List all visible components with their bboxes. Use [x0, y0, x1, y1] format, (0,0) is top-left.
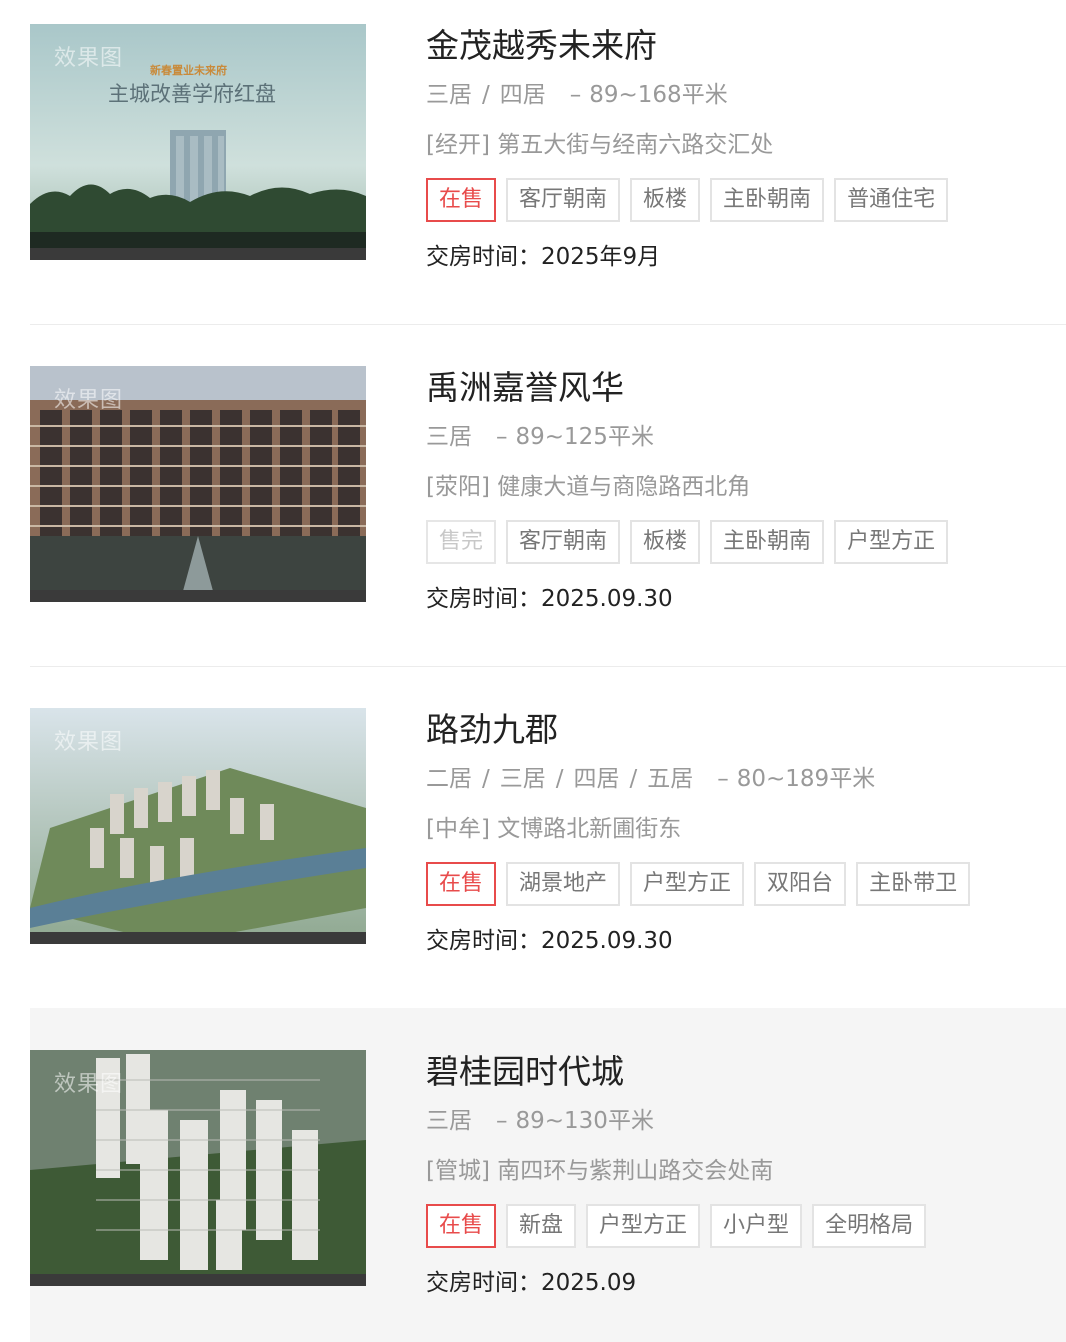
district: [管城]: [426, 1158, 490, 1184]
listing-spec: 二居 / 三居 / 四居 / 五居 –80~189平米: [426, 762, 1046, 796]
feature-tag: 普通住宅: [834, 178, 949, 222]
feature-tag: 全明格局: [812, 1204, 927, 1248]
feature-tag: 户型方正: [586, 1204, 701, 1248]
district: [荥阳]: [426, 474, 490, 500]
feature-tag: 户型方正: [630, 862, 745, 906]
handover-label: 交房时间：: [426, 244, 541, 270]
listing-item[interactable]: 效果图 新春置业未来府 主城改善学府红盘 金茂越秀未来府 三居 / 四居 –89~16…: [0, 0, 1066, 342]
listing-image[interactable]: 效果图: [30, 708, 366, 944]
listing-item[interactable]: 效果图 路劲九郡 二居 / 三居 / 四居 / 五居 –80~189平米 [中牟] 文博路北新…: [0, 684, 1066, 1026]
layout: 三居: [426, 82, 472, 108]
listing-spec: 三居 –89~130平米: [426, 1104, 1046, 1138]
handover-value: 2025年9月: [541, 244, 661, 270]
handover-date: 交房时间：2025.09: [426, 1266, 1046, 1300]
listing-title[interactable]: 禹洲嘉誉风华: [426, 366, 1046, 410]
listing-address: [中牟] 文博路北新圃街东: [426, 812, 1046, 846]
handover-label: 交房时间：: [426, 586, 541, 612]
tag-list: 在售 客厅朝南 板楼 主卧朝南 普通住宅: [426, 178, 1046, 222]
handover-date: 交房时间：2025.09.30: [426, 582, 1046, 616]
listing-image[interactable]: 效果图: [30, 366, 366, 602]
listing-address: [荥阳] 健康大道与商隐路西北角: [426, 470, 1046, 504]
layout: 二居: [426, 766, 472, 792]
listing-address: [经开] 第五大街与经南六路交汇处: [426, 128, 1046, 162]
dash: –: [717, 766, 729, 792]
area: 89~168平米: [589, 82, 728, 108]
listing-info: 金茂越秀未来府 三居 / 四居 –89~168平米 [经开] 第五大街与经南六路交汇处…: [426, 24, 1046, 274]
area: 80~189平米: [736, 766, 876, 792]
image-watermark: 效果图: [54, 730, 124, 755]
listing-item[interactable]: 效果图 禹洲嘉誉风华 三居 –89~125平米 [荥阳] 健康大道与商隐路西北角 …: [0, 342, 1066, 684]
divider: [30, 666, 1066, 667]
handover-label: 交房时间：: [426, 928, 541, 954]
tag-list: 在售 新盘 户型方正 小户型 全明格局: [426, 1204, 1046, 1248]
separator: /: [482, 766, 490, 792]
layout: 三居: [499, 766, 546, 792]
address: 健康大道与商隐路西北角: [497, 474, 751, 500]
feature-tag: 小户型: [710, 1204, 803, 1248]
separator: /: [555, 766, 564, 792]
handover-date: 交房时间：2025.09.30: [426, 924, 1046, 958]
area: 89~130平米: [515, 1108, 654, 1134]
listing-image[interactable]: 效果图: [30, 1050, 366, 1286]
handover-date: 交房时间：2025年9月: [426, 240, 1046, 274]
area: 89~125平米: [515, 424, 654, 450]
listing-image[interactable]: 效果图 新春置业未来府 主城改善学府红盘: [30, 24, 366, 260]
status-badge: 在售: [426, 1204, 497, 1248]
feature-tag: 主卧朝南: [710, 520, 825, 564]
listing-item-selected[interactable]: 效果图 碧桂园时代城 三居 –89~130平米 [管城] 南四环与紫荆山路交会处南…: [30, 1008, 1066, 1342]
listing-title[interactable]: 金茂越秀未来府: [426, 24, 1046, 68]
image-watermark: 效果图: [54, 388, 124, 413]
listing-info: 碧桂园时代城 三居 –89~130平米 [管城] 南四环与紫荆山路交会处南 在售 …: [426, 1050, 1046, 1300]
listing-info: 路劲九郡 二居 / 三居 / 四居 / 五居 –80~189平米 [中牟] 文博路北新圃街东 …: [426, 708, 1046, 958]
feature-tag: 客厅朝南: [506, 520, 621, 564]
listing-title[interactable]: 碧桂园时代城: [426, 1050, 1046, 1094]
listing-address: [管城] 南四环与紫荆山路交会处南: [426, 1154, 1046, 1188]
listing-info: 禹洲嘉誉风华 三居 –89~125平米 [荥阳] 健康大道与商隐路西北角 售完 客…: [426, 366, 1046, 616]
layout: 三居: [426, 1108, 472, 1134]
feature-tag: 双阳台: [754, 862, 847, 906]
address: 文博路北新圃街东: [497, 816, 682, 842]
layout: 三居: [426, 424, 472, 450]
layout: 四居: [573, 766, 620, 792]
handover-value: 2025.09.30: [541, 586, 673, 612]
handover-label: 交房时间：: [426, 1270, 541, 1296]
address: 第五大街与经南六路交汇处: [497, 132, 774, 158]
listing-list: 效果图 新春置业未来府 主城改善学府红盘 金茂越秀未来府 三居 / 四居 –89~16…: [0, 0, 1066, 1342]
listing-spec: 三居 / 四居 –89~168平米: [426, 78, 1046, 112]
address: 南四环与紫荆山路交会处南: [497, 1158, 774, 1184]
image-caption: 主城改善学府红盘: [108, 82, 276, 106]
separator: /: [482, 82, 490, 108]
feature-tag: 新盘: [506, 1204, 577, 1248]
layout: 五居: [647, 766, 694, 792]
district: [经开]: [426, 132, 490, 158]
feature-tag: 主卧朝南: [710, 178, 825, 222]
dash: –: [569, 82, 582, 108]
status-badge: 在售: [426, 862, 497, 906]
status-badge: 在售: [426, 178, 497, 222]
tag-list: 在售 湖景地产 户型方正 双阳台 主卧带卫: [426, 862, 1046, 906]
image-watermark: 效果图: [54, 1072, 124, 1097]
dash: –: [496, 1108, 508, 1134]
tag-list: 售完 客厅朝南 板楼 主卧朝南 户型方正: [426, 520, 1046, 564]
handover-value: 2025.09.30: [541, 928, 673, 954]
district: [中牟]: [426, 816, 490, 842]
feature-tag: 户型方正: [834, 520, 949, 564]
dash: –: [496, 424, 508, 450]
image-watermark: 效果图: [54, 46, 124, 71]
divider: [30, 324, 1066, 325]
status-badge: 售完: [426, 520, 497, 564]
layout: 四居: [499, 82, 546, 108]
feature-tag: 主卧带卫: [856, 862, 971, 906]
handover-value: 2025.09: [541, 1270, 637, 1296]
feature-tag: 板楼: [630, 520, 701, 564]
listing-spec: 三居 –89~125平米: [426, 420, 1046, 454]
image-caption-small: 新春置业未来府: [150, 64, 227, 77]
separator: /: [629, 766, 638, 792]
listing-title[interactable]: 路劲九郡: [426, 708, 1046, 752]
feature-tag: 湖景地产: [506, 862, 621, 906]
feature-tag: 客厅朝南: [506, 178, 621, 222]
feature-tag: 板楼: [630, 178, 701, 222]
